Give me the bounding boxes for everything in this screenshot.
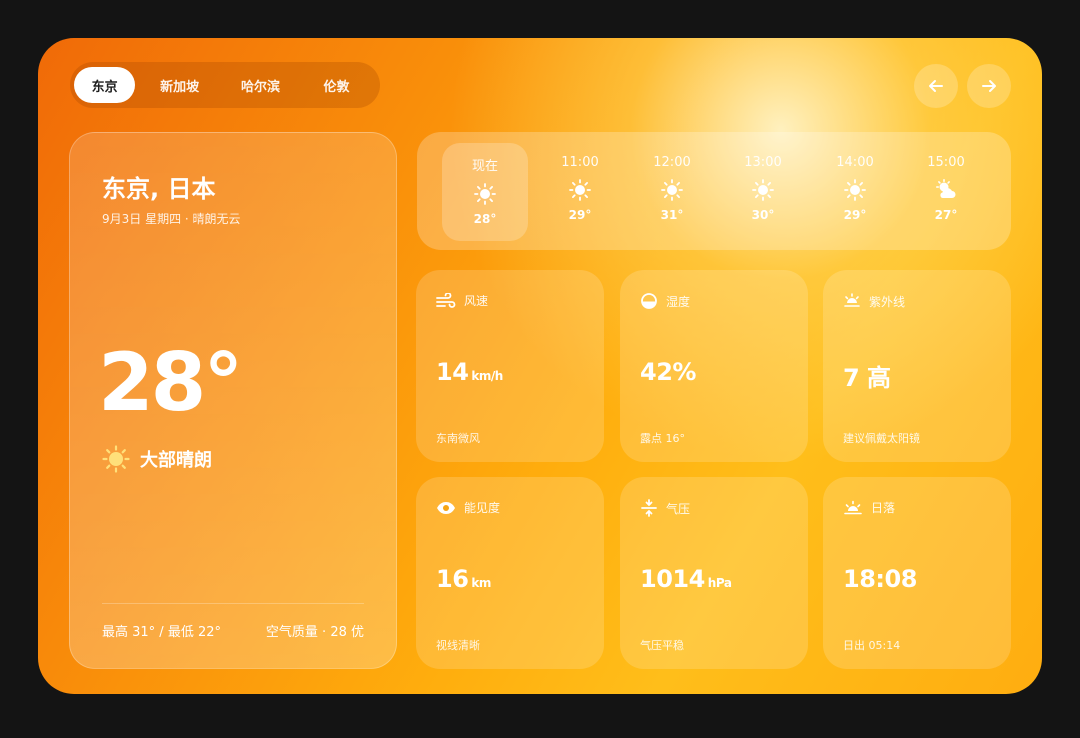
hour-temperature: 29° bbox=[843, 208, 867, 222]
sunset-icon bbox=[844, 500, 862, 514]
hour-item[interactable]: 11:00 29° bbox=[537, 143, 623, 241]
visibility-unit: km bbox=[471, 576, 491, 590]
date-summary: 9月3日 星期四 · 晴朗无云 bbox=[102, 212, 241, 226]
next-button[interactable] bbox=[967, 64, 1011, 108]
sun-icon bbox=[102, 445, 130, 473]
visibility-note: 视线清晰 bbox=[436, 639, 480, 652]
dew-point: 露点 16° bbox=[640, 432, 685, 445]
previous-button[interactable] bbox=[914, 64, 958, 108]
divider bbox=[102, 603, 364, 604]
wind-label: 风速 bbox=[464, 294, 489, 308]
visibility-value: 16 bbox=[436, 565, 469, 593]
hour-time: 14:00 bbox=[836, 155, 874, 170]
hour-time: 12:00 bbox=[653, 155, 691, 170]
uv-icon bbox=[844, 293, 860, 307]
hour-item[interactable]: 14:00 29° bbox=[812, 143, 898, 241]
wind-value: 14 bbox=[436, 358, 469, 386]
hour-time: 现在 bbox=[471, 159, 498, 174]
uv-advice: 建议佩戴太阳镜 bbox=[843, 432, 920, 445]
sun-icon bbox=[569, 179, 591, 201]
pressure-unit: hPa bbox=[707, 576, 732, 590]
partly-cloudy-icon bbox=[935, 179, 956, 198]
sunset-value: 18:08 bbox=[843, 565, 917, 593]
humidity-value: 42% bbox=[640, 358, 696, 386]
pressure-card: 气压 1014 hPa 气压平稳 bbox=[620, 477, 808, 669]
sunset-card: 日落 18:08 日出 05:14 bbox=[823, 477, 1011, 669]
pressure-trend: 气压平稳 bbox=[640, 639, 684, 652]
hour-temperature: 29° bbox=[568, 208, 592, 222]
hour-temperature: 30° bbox=[751, 208, 775, 222]
uv-label: 紫外线 bbox=[869, 294, 906, 309]
air-quality: 空气质量 · 28 优 bbox=[265, 625, 364, 640]
hour-time: 13:00 bbox=[744, 155, 782, 170]
hour-item-now[interactable]: 现在 28° bbox=[442, 143, 528, 241]
eye-icon bbox=[437, 501, 455, 514]
humidity-label: 湿度 bbox=[666, 294, 691, 309]
sun-icon bbox=[752, 179, 774, 201]
sun-icon bbox=[844, 179, 866, 201]
high-low-temperature: 最高 31° / 最低 22° bbox=[102, 625, 221, 640]
visibility-label: 能见度 bbox=[464, 501, 501, 515]
tab-tokyo[interactable]: 东京 bbox=[74, 67, 136, 103]
hour-temperature: 31° bbox=[660, 208, 684, 222]
hour-temperature: 28° bbox=[473, 212, 497, 226]
city-tabs: 东京 新加坡 哈尔滨 伦敦 bbox=[70, 62, 380, 108]
wind-unit: km/h bbox=[471, 369, 503, 383]
pressure-icon bbox=[641, 499, 657, 517]
pressure-value: 1014 bbox=[640, 565, 705, 593]
weather-app: 东京 新加坡 哈尔滨 伦敦 东京, 日本 9月3日 星期四 · 晴朗无云 28° bbox=[38, 38, 1042, 694]
city-title: 东京, 日本 bbox=[102, 175, 216, 203]
arrow-right-icon bbox=[982, 80, 996, 92]
tab-singapore[interactable]: 新加坡 bbox=[135, 67, 224, 103]
sun-icon bbox=[661, 179, 683, 201]
visibility-card: 能见度 16 km 视线清晰 bbox=[416, 477, 604, 669]
humidity-icon bbox=[641, 293, 657, 309]
sunrise-time: 日出 05:14 bbox=[843, 639, 901, 652]
current-weather-card: 东京, 日本 9月3日 星期四 · 晴朗无云 28° 大部晴朗 最高 31° /… bbox=[69, 132, 397, 669]
hour-time: 11:00 bbox=[561, 155, 599, 170]
condition: 大部晴朗 bbox=[102, 445, 212, 473]
hour-item[interactable]: 15:00 27° bbox=[903, 143, 989, 241]
current-temperature: 28° bbox=[98, 336, 243, 429]
humidity-card: 湿度 42% 露点 16° bbox=[620, 270, 808, 462]
condition-label: 大部晴朗 bbox=[140, 450, 212, 471]
uv-card: 紫外线 7 高 建议佩戴太阳镜 bbox=[823, 270, 1011, 462]
sun-icon bbox=[474, 183, 496, 205]
hour-item[interactable]: 12:00 31° bbox=[629, 143, 715, 241]
wind-icon bbox=[436, 292, 456, 308]
arrow-left-icon bbox=[929, 80, 943, 92]
hour-item[interactable]: 13:00 30° bbox=[720, 143, 806, 241]
hour-temperature: 27° bbox=[934, 208, 958, 222]
sunset-label: 日落 bbox=[871, 501, 896, 515]
pressure-label: 气压 bbox=[666, 501, 691, 516]
uv-value: 7 高 bbox=[843, 364, 891, 392]
wind-card: 风速 14 km/h 东南微风 bbox=[416, 270, 604, 462]
wind-direction: 东南微风 bbox=[436, 432, 480, 445]
tab-london[interactable]: 伦敦 bbox=[297, 67, 376, 103]
tab-harbin[interactable]: 哈尔滨 bbox=[224, 67, 297, 103]
hourly-forecast: 现在 28° 11:00 29° 12:00 31° 13:00 30° 14:… bbox=[417, 132, 1011, 250]
hour-time: 15:00 bbox=[927, 155, 965, 170]
